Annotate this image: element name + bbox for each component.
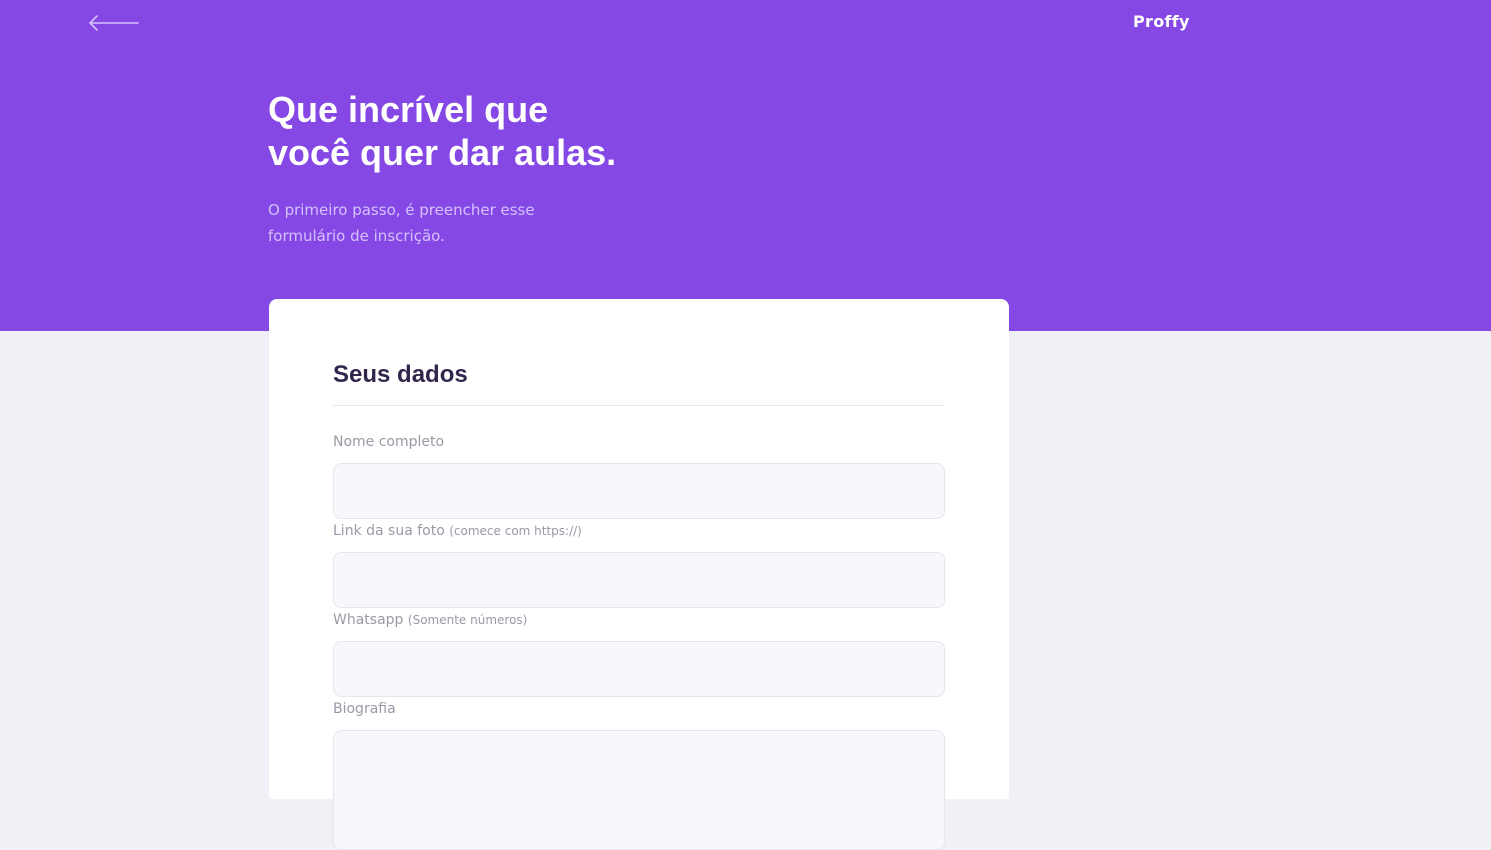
avatar-label-text: Link da sua foto (333, 523, 445, 539)
bio-label: Biografia (333, 701, 396, 717)
avatar-label: Link da sua foto (comece com https://) (333, 523, 582, 539)
page-title-line-1: Que incrível que (268, 89, 549, 130)
avatar-label-hint: (comece com https://) (449, 524, 582, 538)
bio-textarea[interactable] (333, 730, 945, 850)
page-description-line-2: formulário de inscrição. (268, 227, 445, 245)
whatsapp-label-text: Whatsapp (333, 612, 404, 628)
page-header: Proffy Que incrível que você quer dar au… (0, 0, 1491, 331)
page-description-line-1: O primeiro passo, é preencher esse (268, 201, 535, 219)
bio-label-text: Biografia (333, 701, 396, 717)
section-divider (333, 405, 945, 406)
section-title: Seus dados (333, 361, 468, 388)
name-label: Nome completo (333, 434, 444, 450)
name-input[interactable] (333, 463, 945, 519)
proffy-logo: Proffy (1133, 12, 1190, 31)
form-card: Seus dados Nome completo Link da sua fot… (269, 299, 1009, 850)
page-title: Que incrível que você quer dar aulas. (268, 88, 788, 174)
avatar-input[interactable] (333, 552, 945, 608)
page-description: O primeiro passo, é preencher esse formu… (268, 197, 628, 249)
whatsapp-input[interactable] (333, 641, 945, 697)
name-label-text: Nome completo (333, 434, 445, 450)
arrow-left-icon[interactable] (88, 12, 140, 34)
page-title-line-2: você quer dar aulas. (268, 132, 617, 173)
whatsapp-label-hint: (Somente números) (407, 613, 528, 627)
whatsapp-label: Whatsapp (Somente números) (333, 612, 527, 628)
